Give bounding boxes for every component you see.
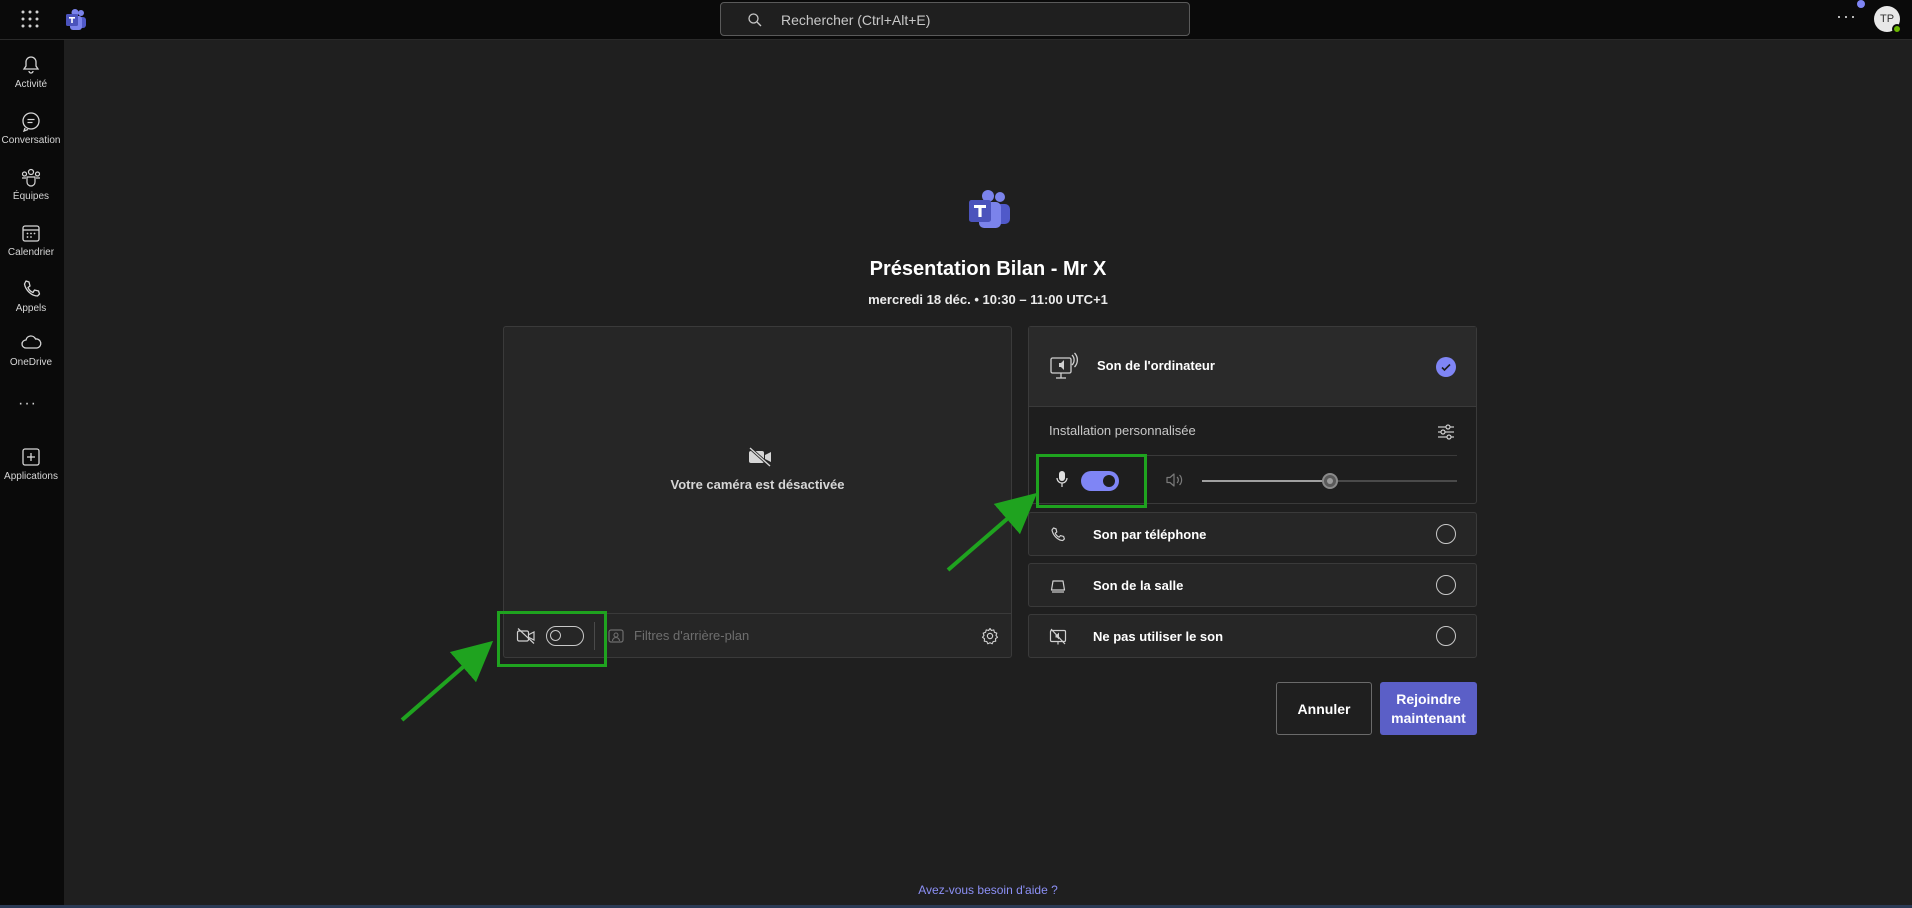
search-input[interactable]: Rechercher (Ctrl+Alt+E) xyxy=(720,2,1190,36)
search-icon xyxy=(748,13,762,27)
phone-audio-radio[interactable] xyxy=(1436,524,1456,544)
computer-audio-icon xyxy=(1050,352,1079,379)
search-placeholder: Rechercher (Ctrl+Alt+E) xyxy=(781,12,931,28)
rail-more-apps-button[interactable]: ··· xyxy=(18,395,37,413)
volume-slider-handle[interactable] xyxy=(1321,473,1338,489)
background-filters-button[interactable]: Filtres d'arrière-plan xyxy=(634,628,749,643)
meeting-time: mercredi 18 déc. • 10:30 – 11:00 UTC+1 xyxy=(868,292,1108,307)
video-preview-panel: Votre caméra est désactivée Filtres d'ar… xyxy=(503,326,1012,658)
speaker-icon xyxy=(1166,473,1183,487)
selected-check-icon xyxy=(1436,357,1456,377)
phone-audio-label: Son par téléphone xyxy=(1093,527,1207,542)
add-apps-icon xyxy=(22,448,40,466)
camera-off-message: Votre caméra est désactivée xyxy=(670,477,845,492)
room-audio-label: Son de la salle xyxy=(1093,578,1184,593)
rail-item-label: OneDrive xyxy=(9,357,53,368)
annotation-arrow-camera xyxy=(400,640,494,722)
rail-item-teams[interactable]: Équipes xyxy=(0,160,62,214)
cloud-icon xyxy=(21,335,42,349)
device-settings-icon[interactable] xyxy=(1436,423,1456,441)
room-audio-option[interactable]: Son de la salle xyxy=(1028,563,1477,607)
no-audio-icon xyxy=(1049,628,1067,645)
camera-off-icon xyxy=(748,447,772,467)
notification-dot xyxy=(1857,0,1865,8)
volume-fill xyxy=(1202,480,1330,482)
phone-icon xyxy=(1051,527,1065,542)
cancel-button[interactable]: Annuler xyxy=(1276,682,1372,735)
annotation-box-microphone xyxy=(1036,454,1147,508)
join-now-button[interactable]: Rejoindre maintenant xyxy=(1380,682,1477,735)
avatar[interactable]: TP xyxy=(1874,6,1902,34)
room-icon xyxy=(1050,580,1066,593)
room-audio-radio[interactable] xyxy=(1436,575,1456,595)
teams-icon xyxy=(21,168,41,187)
teams-logo-icon xyxy=(66,9,86,30)
rail-item-label: Activité xyxy=(14,79,48,90)
computer-audio-option[interactable]: Son de l'ordinateur xyxy=(1029,327,1476,407)
no-audio-option[interactable]: Ne pas utiliser le son xyxy=(1028,614,1477,658)
rail-item-label: Calendrier xyxy=(7,247,55,258)
help-link[interactable]: Avez-vous besoin d'aide ? xyxy=(0,883,1912,897)
rail-item-onedrive[interactable]: OneDrive xyxy=(0,326,62,380)
more-options-button[interactable]: ··· xyxy=(1836,6,1857,27)
no-audio-label: Ne pas utiliser le son xyxy=(1093,629,1224,644)
chat-icon xyxy=(22,112,40,132)
meeting-title: Présentation Bilan - Mr X xyxy=(869,258,1107,280)
no-audio-radio[interactable] xyxy=(1436,626,1456,646)
background-filters-icon xyxy=(608,629,624,643)
app-rail: Activité Conversation Équipes Calendrier… xyxy=(0,40,64,908)
rail-item-conversation[interactable]: Conversation xyxy=(0,104,62,158)
calendar-icon xyxy=(22,225,40,242)
rail-item-label: Conversation xyxy=(1,135,61,146)
annotation-box-camera xyxy=(497,611,607,667)
custom-setup-label: Installation personnalisée xyxy=(1049,423,1196,438)
computer-audio-label: Son de l'ordinateur xyxy=(1097,358,1215,373)
avatar-initials: TP xyxy=(1879,13,1895,25)
speaker-volume-slider[interactable] xyxy=(1202,473,1457,489)
presence-status-icon xyxy=(1892,24,1902,34)
rail-item-applications[interactable]: Applications xyxy=(0,440,62,494)
teams-logo-icon xyxy=(969,190,1010,228)
top-bar: Rechercher (Ctrl+Alt+E) ··· TP xyxy=(0,0,1912,40)
gear-icon[interactable] xyxy=(981,627,999,645)
rail-item-activity[interactable]: Activité xyxy=(0,48,62,102)
phone-audio-option[interactable]: Son par téléphone xyxy=(1028,512,1477,556)
rail-item-label: Applications xyxy=(4,471,58,482)
rail-item-label: Équipes xyxy=(12,191,50,202)
bell-icon xyxy=(22,56,40,74)
app-launcher-icon[interactable] xyxy=(20,9,40,29)
